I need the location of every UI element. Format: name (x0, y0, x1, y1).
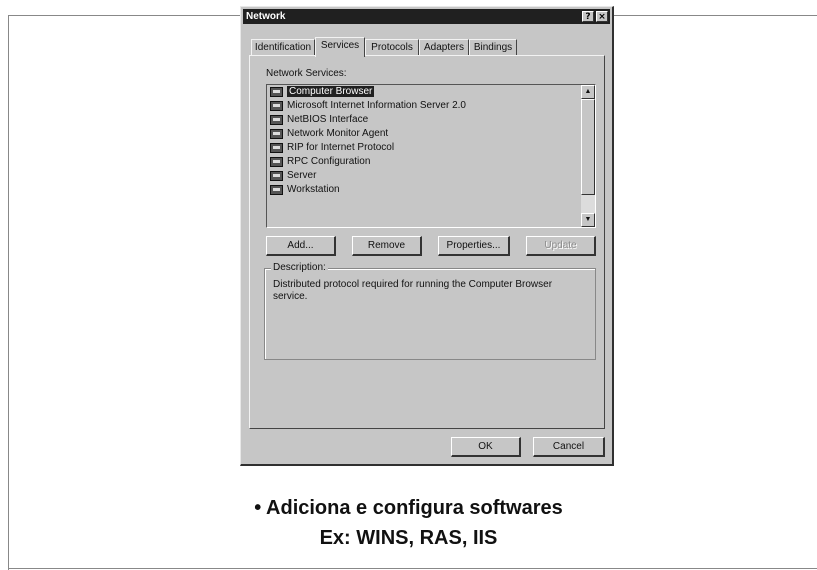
network-dialog: Network ? × Identification Services Prot… (240, 6, 614, 466)
list-item[interactable]: RPC Configuration (267, 155, 595, 169)
scroll-down-icon[interactable]: ▼ (581, 213, 595, 227)
network-services-list[interactable]: Computer Browser Microsoft Internet Info… (266, 84, 596, 228)
network-services-label: Network Services: (266, 68, 347, 79)
properties-button[interactable]: Properties... (438, 236, 510, 256)
network-service-icon (270, 143, 283, 153)
services-tab-panel: Network Services: Computer Browser Micro… (249, 55, 605, 429)
tab-bindings[interactable]: Bindings (469, 39, 517, 55)
list-scrollbar[interactable]: ▲ ▼ (581, 85, 595, 227)
list-item[interactable]: Workstation (267, 183, 595, 197)
help-button[interactable]: ? (582, 11, 594, 22)
tab-protocols[interactable]: Protocols (365, 39, 419, 55)
description-text: Distributed protocol required for runnin… (273, 279, 553, 302)
network-service-icon (270, 157, 283, 167)
slide-frame-left (8, 15, 9, 570)
list-item[interactable]: Microsoft Internet Information Server 2.… (267, 99, 595, 113)
tab-adapters[interactable]: Adapters (419, 39, 469, 55)
tab-identification[interactable]: Identification (251, 39, 315, 55)
cancel-button[interactable]: Cancel (533, 437, 605, 457)
update-button[interactable]: Update (526, 236, 596, 256)
list-item[interactable]: Network Monitor Agent (267, 127, 595, 141)
network-service-icon (270, 185, 283, 195)
caption-line-2: Ex: WINS, RAS, IIS (319, 527, 498, 549)
scroll-thumb[interactable] (581, 99, 595, 195)
slide-frame-bottom (8, 568, 817, 569)
list-item[interactable]: RIP for Internet Protocol (267, 141, 595, 155)
list-item[interactable]: Server (267, 169, 595, 183)
ok-button[interactable]: OK (451, 437, 521, 457)
network-service-icon (270, 171, 283, 181)
list-item[interactable]: NetBIOS Interface (267, 113, 595, 127)
network-service-icon (270, 115, 283, 125)
caption-line-1: • Adiciona e configura softwares (254, 497, 563, 519)
scroll-up-icon[interactable]: ▲ (581, 85, 595, 99)
list-item[interactable]: Computer Browser (267, 85, 595, 99)
network-service-icon (270, 129, 283, 139)
network-service-icon (270, 101, 283, 111)
add-button[interactable]: Add... (266, 236, 336, 256)
title-bar[interactable]: Network ? × (243, 9, 610, 24)
description-label: Description: (271, 262, 328, 273)
network-service-icon (270, 87, 283, 97)
description-group: Description: Distributed protocol requir… (264, 262, 596, 360)
remove-button[interactable]: Remove (352, 236, 422, 256)
window-title: Network (246, 11, 286, 22)
close-button[interactable]: × (596, 11, 608, 22)
tab-services[interactable]: Services (315, 37, 365, 57)
